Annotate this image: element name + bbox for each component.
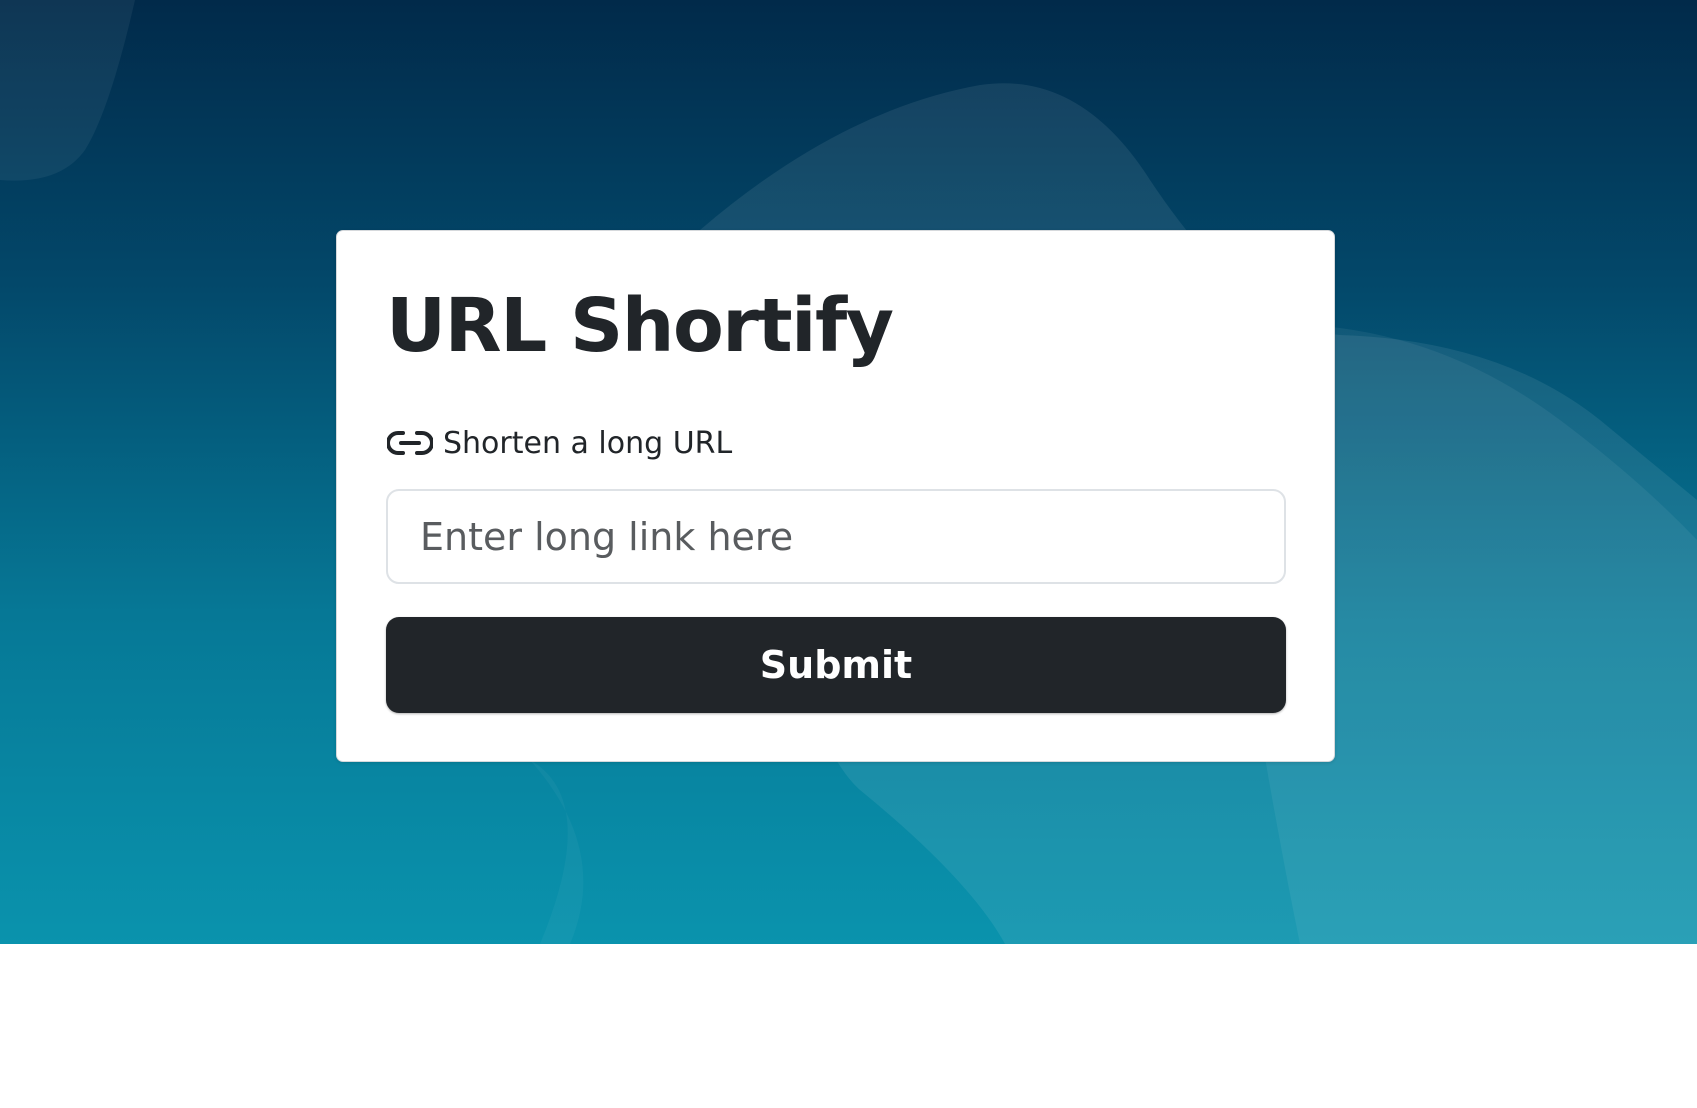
url-field-label: Shorten a long URL [386, 421, 733, 465]
link-icon [386, 428, 434, 458]
submit-button[interactable]: Submit [386, 617, 1286, 713]
url-field-label-text: Shorten a long URL [443, 425, 733, 461]
long-url-input[interactable] [386, 489, 1286, 584]
shortener-card: URL Shortify Shorten a long URL Submit [336, 230, 1335, 762]
page-title: URL Shortify [386, 283, 894, 369]
